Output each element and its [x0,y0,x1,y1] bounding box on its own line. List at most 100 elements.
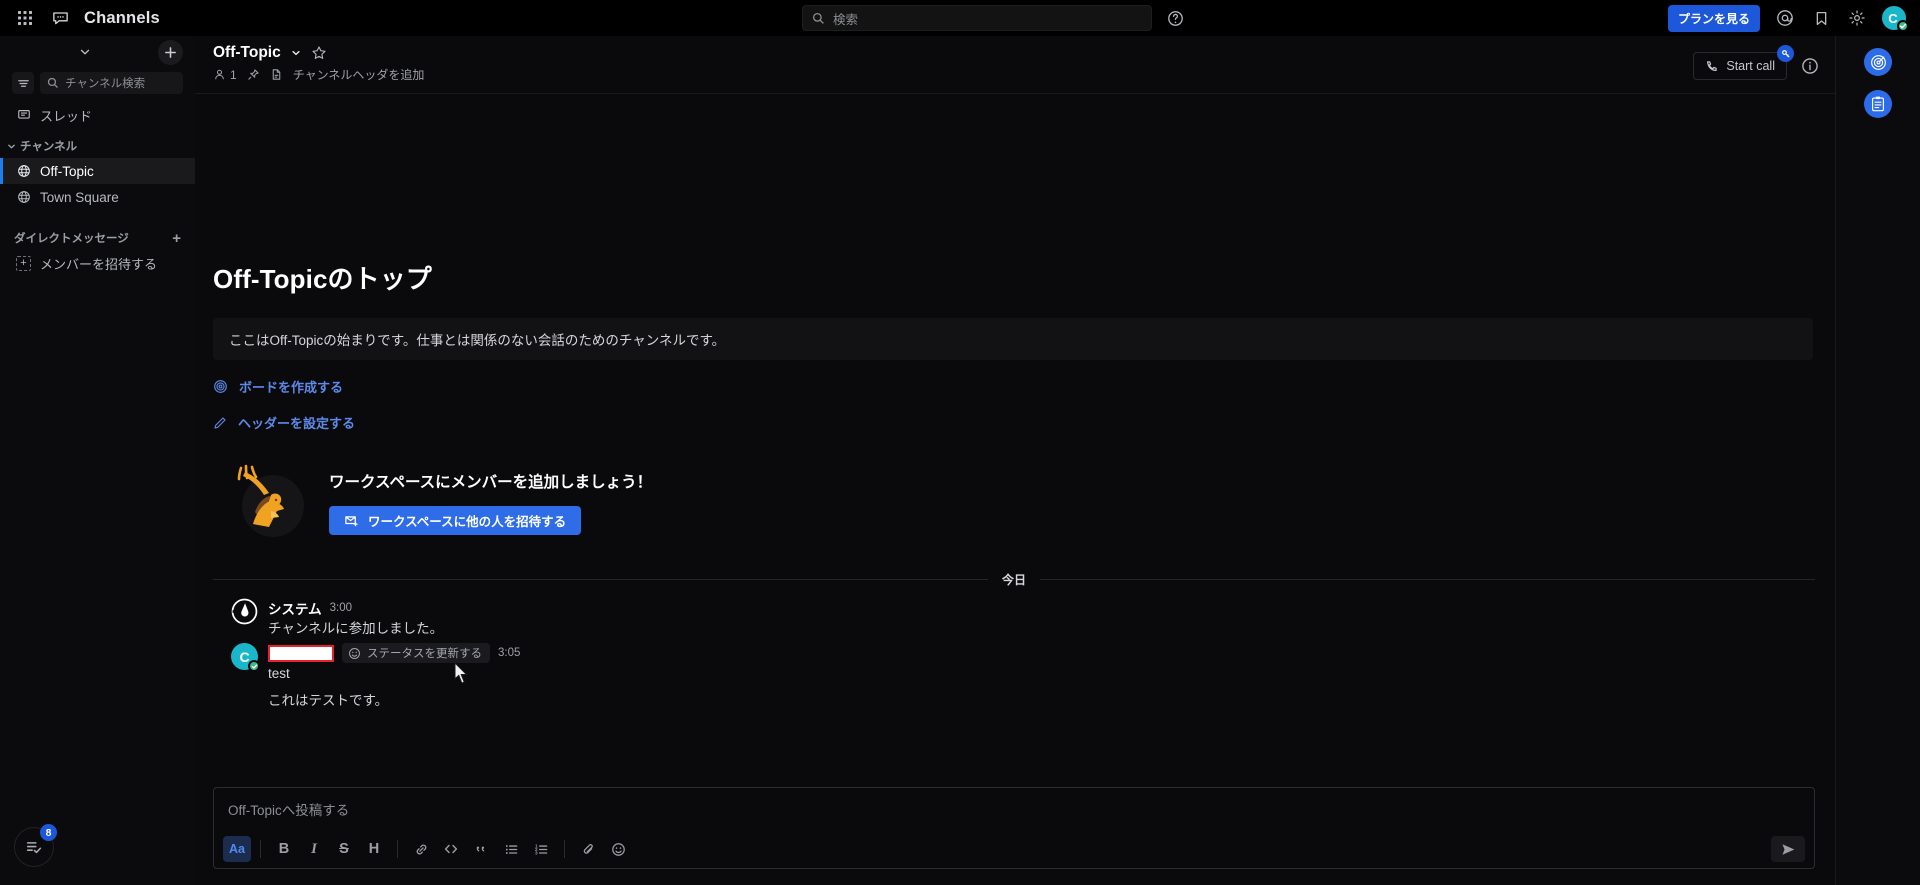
board-target-icon [213,379,228,394]
bulleted-list-button[interactable] [497,836,525,862]
global-header: Channels 検索 プランを見る C [0,0,1920,36]
start-call-button[interactable]: Start call [1693,52,1787,80]
channel-search-input[interactable]: チャンネル検索 [40,72,183,94]
avatar[interactable]: C [231,643,260,673]
post-author[interactable]: システム [268,598,322,618]
formatting-toolbar-left: Aa B I S H 1 2 3 [223,836,632,862]
gear-icon[interactable] [1846,7,1868,29]
send-message-button[interactable] [1771,836,1805,862]
strikethrough-button[interactable]: S [330,836,358,862]
update-status-chip[interactable]: ステータスを更新する [342,643,490,664]
date-divider: 今日 [213,570,1816,588]
sidebar-category-direct-messages[interactable]: ダイレクトメッセージ + [0,226,195,250]
divider-line-right [1040,578,1816,580]
chevron-down-icon[interactable] [290,47,302,59]
phone-icon [1707,61,1718,71]
key-icon[interactable] [1777,45,1794,62]
numbered-list-icon: 1 2 3 [534,843,547,855]
member-icon [215,69,224,80]
category-label: ダイレクトメッセージ [14,233,129,245]
bookmark-flag-icon[interactable] [1810,7,1832,29]
page-title[interactable]: Off-Topic [213,44,281,62]
search-input[interactable]: 検索 [801,5,1152,31]
code-icon [444,844,458,854]
avatar[interactable]: C [1882,6,1909,32]
channel-purpose-text: ここはOff-Topicの始まりです。仕事とは関係のない会話のためのチャンネルで… [213,318,1813,360]
toolbar-separator [260,840,261,858]
create-board-link[interactable]: ボードを作成する [213,377,343,396]
apps-grid-icon[interactable] [14,7,36,29]
info-circle-icon[interactable] [1799,55,1821,77]
view-plans-button[interactable]: プランを見る [1667,4,1760,32]
link-icon [416,844,426,854]
channel-header: Off-Topic 1 チャンネルヘッダを追加 Start call [195,36,1835,94]
formatting-toggle-button[interactable]: Aa [223,836,251,862]
message-list[interactable]: Off-Topicのトップ ここはOff-Topicの始まりです。仕事とは関係の… [195,94,1835,787]
globe-icon [16,190,31,205]
send-plane-icon [1781,843,1794,855]
invite-button-label: ワークスペースに他の人を招待する [368,514,567,529]
post-row[interactable]: C ステータスを更新する 3:05 test これはテストです。 [213,639,1815,711]
message-composer[interactable]: Off-Topicへ投稿する Aa B I S H 1 2 3 [213,787,1815,869]
global-header-center: 検索 [320,5,1668,31]
set-header-link[interactable]: ヘッダーを設定する [213,413,355,432]
channel-header-left: Off-Topic 1 チャンネルヘッダを追加 [213,44,424,83]
bold-button[interactable]: B [270,836,298,862]
product-name: Channels [84,8,160,27]
quote-icon [476,846,484,852]
member-count: 1 [230,67,237,82]
channel-files-button[interactable] [270,68,283,81]
playbooks-target-icon[interactable] [1864,48,1892,76]
attachment-button[interactable] [574,836,602,862]
post-timestamp[interactable]: 3:05 [498,647,520,659]
chevron-down-icon[interactable] [12,45,158,59]
sidebar-item-threads[interactable]: スレッド [0,102,195,128]
tasks-checklist-button[interactable]: 8 [14,824,57,867]
pin-icon [248,69,259,80]
post-timestamp[interactable]: 3:00 [330,602,352,614]
sidebar-item-invite-members[interactable]: + メンバーを招待する [0,250,195,276]
sidebar-team-row [0,36,195,68]
date-label: 今日 [1002,572,1027,587]
check-icon [1899,23,1907,29]
post-author-redacted[interactable] [268,644,334,662]
plus-icon[interactable]: + [172,231,181,246]
filter-lines-icon[interactable] [12,72,34,94]
browse-or-create-channel-button[interactable] [158,39,183,65]
italic-button[interactable]: I [300,836,328,862]
help-circle-icon[interactable] [1166,8,1186,28]
global-header-right: プランを見る C [1667,4,1920,32]
quote-button[interactable] [467,836,495,862]
sidebar-item-label: スレッド [40,108,93,124]
sidebar-item-label: メンバーを招待する [40,256,158,272]
sidebar-item-off-topic[interactable]: Off-Topic [0,158,195,184]
channel-view: Off-Topic 1 チャンネルヘッダを追加 Start call Off-T… [195,36,1835,885]
emoji-button[interactable] [604,836,632,862]
heading-button[interactable]: H [360,836,388,862]
sidebar: チャンネル検索 スレッド チャンネル Off-Topic Town Square… [0,36,195,885]
pinned-posts-button[interactable] [247,68,260,81]
sidebar-category-channels[interactable]: チャンネル [0,134,195,158]
person-waving-illustration [229,462,309,542]
sidebar-item-town-square[interactable]: Town Square [0,184,195,210]
star-outline-icon[interactable] [311,45,327,61]
message-input[interactable]: Off-Topicへ投稿する [214,788,1814,830]
channel-members-button[interactable]: 1 [213,68,237,82]
link-button[interactable] [407,836,435,862]
search-icon [812,12,824,24]
add-channel-header-button[interactable]: チャンネルヘッダを追加 [293,66,425,83]
boards-clipboard-icon[interactable] [1864,90,1892,118]
smiley-icon [348,647,361,660]
channel-intro-title: Off-Topicのトップ [213,264,432,294]
post-row[interactable]: システム 3:00 チャンネルに参加しました。 [213,588,1815,639]
link-label: ボードを作成する [239,380,344,395]
update-status-label: ステータスを更新する [367,648,482,661]
start-call-label: Start call [1726,59,1775,73]
at-mention-icon[interactable] [1774,7,1796,29]
post-body: システム 3:00 チャンネルに参加しました。 [268,598,1795,639]
globe-icon [16,164,31,179]
toolbar-separator [564,840,565,858]
numbered-list-button[interactable]: 1 2 3 [527,836,555,862]
invite-people-button[interactable]: ワークスペースに他の人を招待する [329,505,582,535]
code-button[interactable] [437,836,465,862]
